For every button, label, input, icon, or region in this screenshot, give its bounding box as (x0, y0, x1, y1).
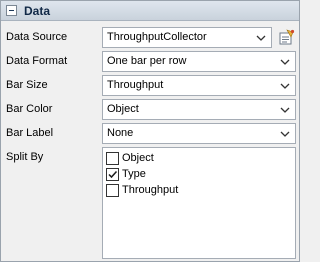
section-title: Data (24, 4, 51, 18)
data-source-select[interactable]: ThroughputCollector (102, 27, 272, 48)
bar-color-label: Bar Color (6, 103, 53, 115)
chevron-down-icon[interactable] (278, 55, 292, 69)
bar-color-select[interactable]: Object (102, 99, 296, 120)
option-label: Throughput (122, 184, 179, 196)
checkbox[interactable] (106, 152, 119, 165)
data-format-select[interactable]: One bar per row (102, 51, 296, 72)
bar-label-label: Bar Label (6, 127, 54, 139)
section-header[interactable]: Data (1, 1, 299, 21)
data-source-label: Data Source (6, 31, 68, 43)
bar-size-label: Bar Size (6, 79, 48, 91)
option-label: Object (122, 152, 154, 164)
data-source-value: ThroughputCollector (107, 31, 207, 43)
chevron-down-icon[interactable] (278, 79, 292, 93)
checkbox-checked[interactable] (106, 168, 119, 181)
data-panel: Data Data Source ThroughputCollector Dat… (0, 0, 300, 262)
data-format-label: Data Format (6, 55, 68, 67)
data-format-value: One bar per row (107, 55, 187, 67)
bar-label-select[interactable]: None (102, 123, 296, 144)
bar-color-value: Object (107, 103, 139, 115)
bar-size-value: Throughput (107, 79, 164, 91)
bar-size-select[interactable]: Throughput (102, 75, 296, 96)
chevron-down-icon[interactable] (278, 103, 292, 117)
chevron-down-icon[interactable] (278, 127, 292, 141)
split-by-label: Split By (6, 151, 44, 163)
checkbox[interactable] (106, 184, 119, 197)
split-by-list[interactable]: Object Type Throughput (102, 147, 296, 259)
chevron-down-icon[interactable] (254, 31, 268, 45)
option-label: Type (122, 168, 146, 180)
collapse-icon[interactable] (6, 5, 17, 16)
bar-label-value: None (107, 127, 134, 139)
data-source-settings-icon[interactable] (278, 29, 295, 46)
